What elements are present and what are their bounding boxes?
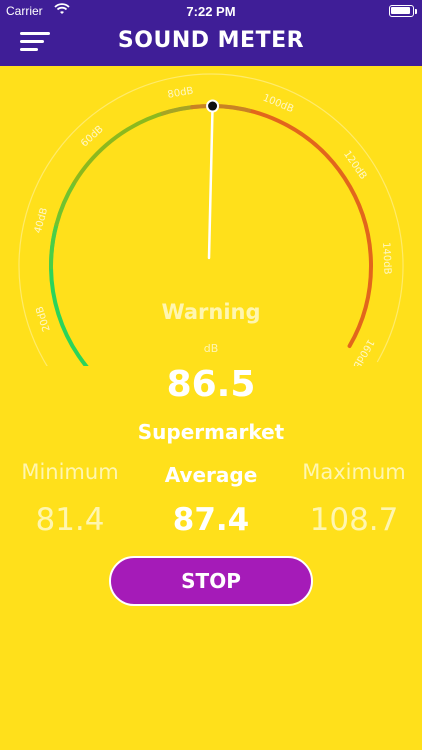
gauge-arc-segment [54, 105, 195, 227]
gauge-tick-label: 60dB [79, 124, 106, 150]
current-reading: 86.5 [166, 364, 256, 405]
gauge-arc-blend [160, 104, 252, 116]
gauge-tick-label: 40dB [33, 206, 50, 234]
gauge-needle-line [207, 104, 214, 260]
top-bar: Carrier 7:22 PM SOUND METER [0, 0, 422, 66]
gauge-needle-knob [206, 99, 220, 113]
status-bar: Carrier 7:22 PM [0, 0, 422, 22]
gauge-tick-label: 100dB [261, 93, 295, 116]
battery-icon [389, 5, 414, 17]
maximum-value: 108.7 [309, 502, 399, 538]
stop-button[interactable]: STOP [109, 556, 313, 606]
minimum-value: 81.4 [35, 502, 105, 538]
level-status: Warning [161, 300, 261, 324]
page-title: SOUND METER [117, 28, 305, 53]
average-label: Average [164, 463, 258, 487]
gauge-tick-label: 80dB [167, 85, 195, 100]
maximum-label: Maximum [302, 460, 406, 484]
battery-tip [415, 9, 417, 14]
average-value: 87.4 [172, 502, 250, 538]
gauge-tick-label: 140dB [380, 242, 392, 275]
gauge-needle [206, 99, 220, 260]
status-time: 7:22 PM [186, 4, 236, 19]
gauge-arc-blend [49, 181, 76, 270]
unit-label: dB [203, 342, 219, 355]
place-label: Supermarket [137, 420, 285, 444]
minimum-label: Minimum [21, 460, 119, 484]
